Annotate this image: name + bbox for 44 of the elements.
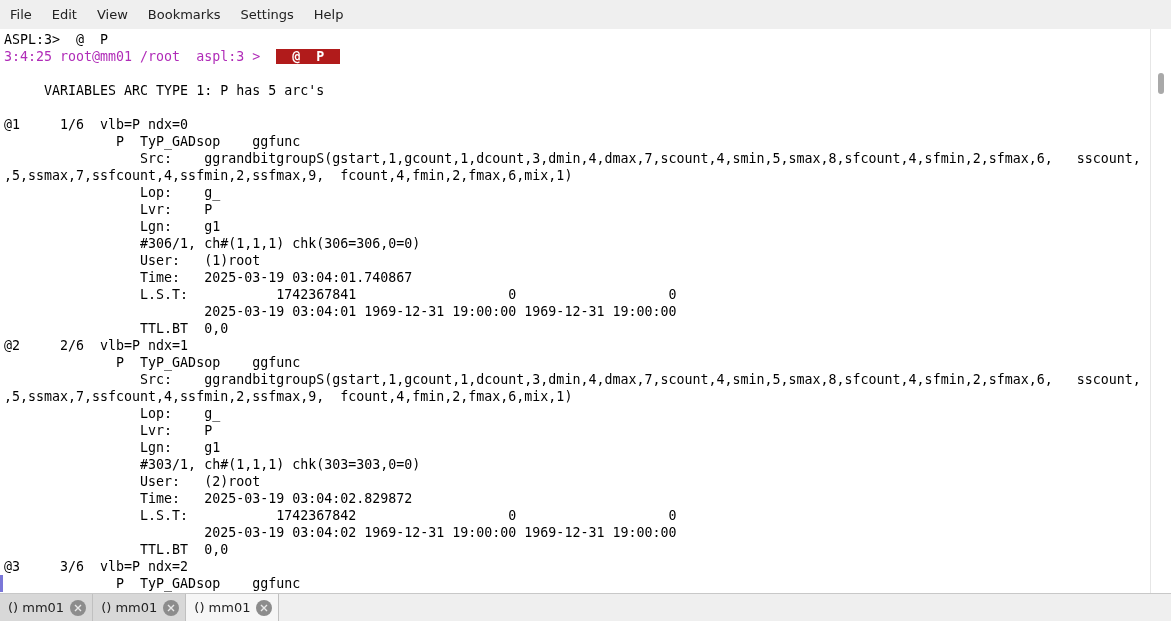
terminal-line: L.S.T: 1742367841 0 0 <box>139 287 677 302</box>
terminal-line: P TyP_GADsop ggfunc <box>115 576 301 591</box>
terminal-line: @1 1/6 vlb=P ndx=0 <box>4 117 189 132</box>
terminal-line: Lgn: g1 <box>139 219 221 234</box>
terminal-line: TTL.BT 0,0 <box>139 321 229 336</box>
scrollbar-thumb[interactable] <box>1158 73 1164 94</box>
terminal-line: Lvr: P <box>139 202 213 217</box>
terminal-tab[interactable]: () mm01 <box>0 594 94 621</box>
terminal-line: Time: 2025-03-19 03:04:02.829872 <box>139 491 413 506</box>
terminal-line: P TyP_GADsop ggfunc <box>115 134 301 149</box>
terminal-line: Src: ggrandbitgroupS(gstart,1,gcount,1,dcount,3,dmin,4,dmax,7,scount,4,smin,5,smax,8,sfcount,4,sfmin,2,sfmax,6, sscount, <box>139 372 1141 387</box>
terminal-line: ASPL:3> @ P <box>4 32 109 47</box>
terminal-line: Lgn: g1 <box>139 440 221 455</box>
terminal-line: Lop: g_ <box>139 406 221 421</box>
menu-item[interactable]: Help <box>313 4 344 25</box>
terminal-line: Src: ggrandbitgroupS(gstart,1,gcount,1,dcount,3,dmin,4,dmax,7,scount,4,smin,5,smax,8,sfcount,4,sfmin,2,sfmax,6, sscount, <box>139 151 1141 166</box>
terminal-line: User: (2)root <box>139 474 261 489</box>
menu-item[interactable]: Settings <box>240 4 294 25</box>
terminal-line: VARIABLES ARC TYPE 1: P has 5 arc's <box>43 83 325 98</box>
terminal-line: 2025-03-19 03:04:01 1969-12-31 19:00:00 1969-12-31 19:00:00 <box>203 304 677 319</box>
terminal-line: #306/1, ch#(1,1,1) chk(306=306,0=0) <box>139 236 421 251</box>
terminal-line: ,5,ssmax,7,ssfcount,4,ssfmin,2,ssfmax,9, fcount,4,fmin,2,fmax,6,mix,1) <box>4 168 573 183</box>
menu-item[interactable]: Bookmarks <box>147 4 221 25</box>
terminal-line: ,5,ssmax,7,ssfcount,4,ssfmin,2,ssfmax,9, fcount,4,fmin,2,fmax,6,mix,1) <box>4 389 573 404</box>
terminal-line: P TyP_GADsop ggfunc <box>115 355 301 370</box>
close-icon[interactable] <box>256 600 273 616</box>
terminal-line: Lvr: P <box>139 423 213 438</box>
close-icon[interactable] <box>163 600 180 616</box>
terminal-tab[interactable]: () mm01 <box>93 594 187 621</box>
terminal-line: L.S.T: 1742367842 0 0 <box>139 508 677 523</box>
terminal-line: @2 2/6 vlb=P ndx=1 <box>4 338 189 353</box>
terminal-line: Time: 2025-03-19 03:04:01.740867 <box>139 270 413 285</box>
menu-item[interactable]: View <box>96 4 128 25</box>
terminal-line: @3 3/6 vlb=P ndx=2 <box>4 559 189 574</box>
terminal-line: Lop: g_ <box>139 185 221 200</box>
menu-item[interactable]: Edit <box>51 4 77 25</box>
terminal-line: User: (1)root <box>139 253 261 268</box>
menu-item[interactable]: File <box>10 4 32 25</box>
terminal-line: 2025-03-19 03:04:02 1969-12-31 19:00:00 1969-12-31 19:00:00 <box>203 525 677 540</box>
shell-prompt: 3:4:25 root@mm01 /root aspl:3 > <box>4 49 261 64</box>
close-icon[interactable] <box>70 600 87 616</box>
terminal-line: #303/1, ch#(1,1,1) chk(303=303,0=0) <box>139 457 421 472</box>
terminal-line: TTL.BT 0,0 <box>139 542 229 557</box>
terminal-tab[interactable]: () mm01 <box>186 594 280 621</box>
